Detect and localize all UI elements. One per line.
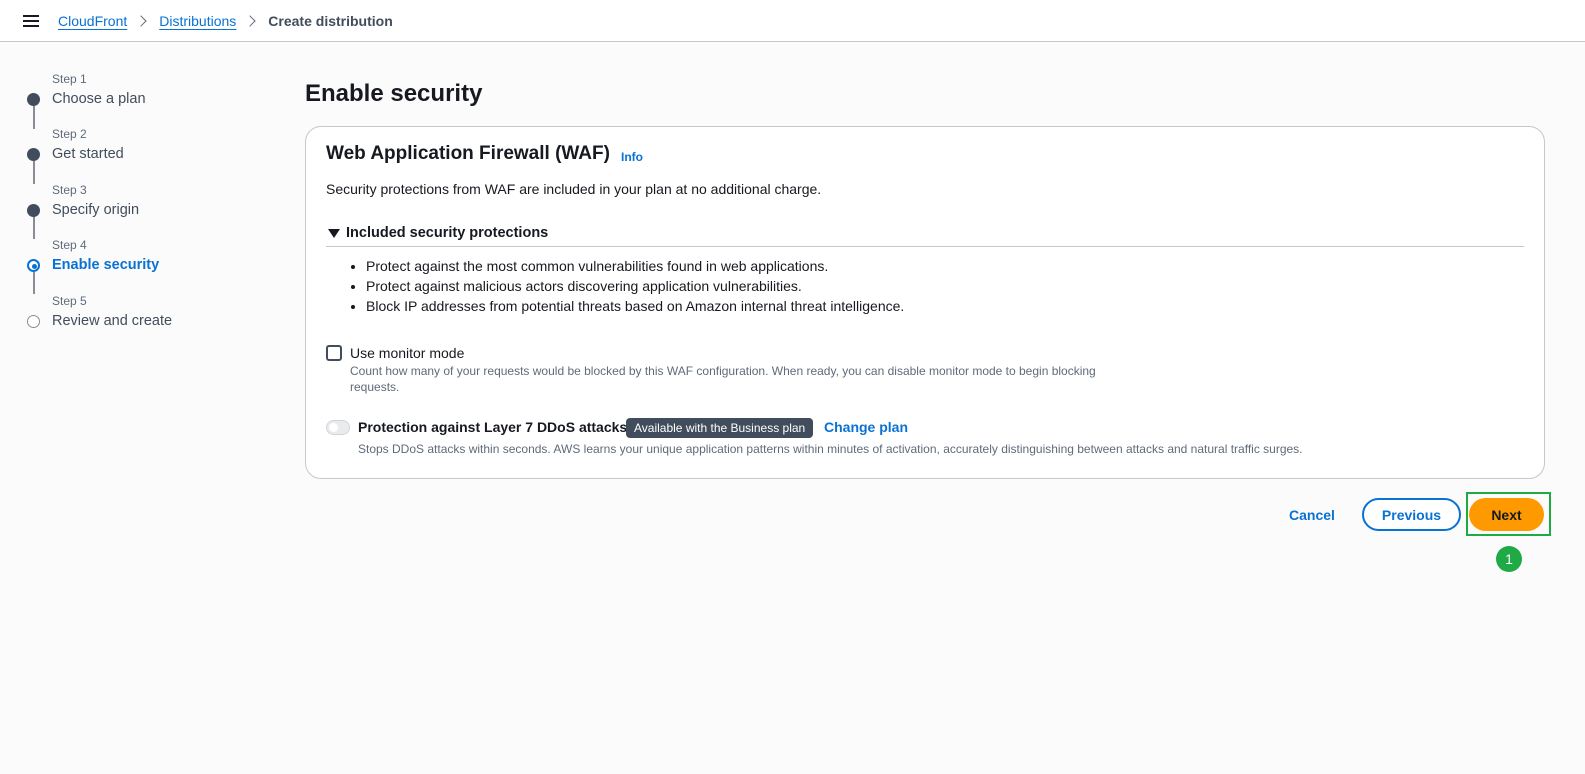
- list-item: Protect against malicious actors discove…: [366, 276, 904, 296]
- step-title: Get started: [52, 146, 124, 162]
- breadcrumb: CloudFront Distributions Create distribu…: [58, 12, 393, 30]
- step-item-enable-security: Step 4 Enable security: [0, 226, 250, 273]
- waf-heading: Web Application Firewall (WAF): [326, 143, 610, 164]
- included-protections-toggle[interactable]: Included security protections: [326, 223, 1524, 247]
- ddos-protection-description: Stops DDoS attacks within seconds. AWS l…: [358, 442, 1303, 456]
- step-title: Choose a plan: [52, 91, 146, 107]
- step-number: Step 5: [52, 294, 87, 308]
- step-title: Review and create: [52, 313, 173, 329]
- breadcrumb-distributions-link[interactable]: Distributions: [159, 13, 236, 29]
- step-completed-icon: [27, 93, 40, 106]
- waf-container: Web Application Firewall (WAF) Info Secu…: [305, 126, 1545, 479]
- monitor-mode-description: Count how many of your requests would be…: [350, 364, 1096, 394]
- step-item-review-create: Step 5 Review and create: [0, 282, 250, 329]
- ddos-protection-label: Protection against Layer 7 DDoS attacks: [358, 419, 628, 435]
- change-plan-link[interactable]: Change plan: [824, 419, 908, 435]
- annotation-marker: 1: [1496, 546, 1522, 572]
- chevron-right-icon: [244, 15, 256, 27]
- step-completed-icon: [27, 204, 40, 217]
- step-title: Enable security: [52, 257, 160, 273]
- cancel-button[interactable]: Cancel: [1289, 507, 1335, 523]
- breadcrumb-cloudfront-link[interactable]: CloudFront: [58, 13, 127, 29]
- page-title: Enable security: [305, 80, 483, 107]
- breadcrumb-current: Create distribution: [268, 13, 393, 29]
- monitor-mode-label[interactable]: Use monitor mode: [350, 345, 464, 361]
- list-item: Protect against the most common vulnerab…: [366, 256, 904, 276]
- step-number: Step 4: [52, 238, 87, 252]
- list-item: Block IP addresses from potential threat…: [366, 296, 904, 316]
- chevron-right-icon: [135, 15, 147, 27]
- step-item-get-started[interactable]: Step 2 Get started: [0, 115, 250, 162]
- step-upcoming-icon: [27, 315, 40, 328]
- included-protections-heading: Included security protections: [346, 225, 549, 241]
- caret-down-icon: [328, 229, 340, 238]
- top-navigation-bar: CloudFront Distributions Create distribu…: [0, 0, 1585, 42]
- monitor-mode-checkbox[interactable]: [326, 345, 342, 361]
- ddos-protection-toggle[interactable]: [326, 420, 350, 435]
- menu-icon[interactable]: [23, 14, 39, 28]
- step-title: Specify origin: [52, 202, 140, 218]
- step-number: Step 1: [52, 72, 87, 86]
- previous-button[interactable]: Previous: [1362, 498, 1461, 531]
- info-link[interactable]: Info: [621, 150, 643, 164]
- protections-list: Protect against the most common vulnerab…: [346, 256, 904, 316]
- step-item-choose-plan[interactable]: Step 1 Choose a plan: [0, 60, 250, 107]
- business-plan-badge: Available with the Business plan: [626, 418, 814, 438]
- waf-description: Security protections from WAF are includ…: [326, 181, 822, 197]
- step-item-specify-origin[interactable]: Step 3 Specify origin: [0, 171, 250, 218]
- step-current-icon: [27, 259, 40, 272]
- step-number: Step 2: [52, 127, 87, 141]
- step-number: Step 3: [52, 183, 87, 197]
- next-button[interactable]: Next: [1469, 498, 1544, 531]
- step-completed-icon: [27, 148, 40, 161]
